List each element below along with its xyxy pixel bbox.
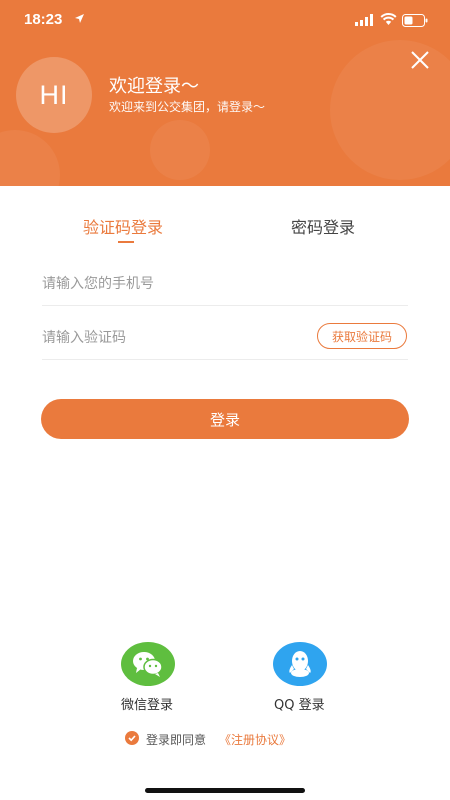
active-tab-indicator [118,241,134,243]
signal-icon [355,14,373,26]
agreement-text: 登录即同意 [146,733,207,747]
agreement-checkbox[interactable] [125,731,139,745]
decor-bubble [150,120,210,180]
wechat-login-label[interactable]: 微信登录 [121,694,173,713]
verification-code-input[interactable] [42,326,302,350]
decor-bubble [0,130,60,186]
qq-login-button[interactable] [273,642,327,686]
wechat-login-button[interactable] [121,642,175,686]
divider [42,305,408,306]
welcome-title: 欢迎登录～ [109,76,199,97]
location-arrow-icon [75,14,84,23]
home-indicator [145,788,305,793]
checkmark-icon [128,735,136,742]
get-code-button[interactable]: 获取验证码 [317,323,407,349]
header-banner: 18:23 HI 欢迎登录～ 欢迎来到公交集团，请登录～ [0,0,450,186]
avatar: HI [16,57,92,133]
qq-icon [289,651,311,677]
qq-login-label[interactable]: QQ 登录 [274,694,325,713]
status-time: 18:23 [24,11,63,28]
welcome-subtitle: 欢迎来到公交集团，请登录～ [109,100,266,114]
agreement-link[interactable]: 《注册协议》 [219,731,291,748]
tab-sms-login[interactable]: 验证码登录 [83,214,163,238]
divider [42,359,408,360]
phone-input[interactable] [42,272,408,296]
login-button[interactable]: 登录 [41,399,409,439]
wifi-icon [380,13,397,25]
close-icon[interactable] [406,46,434,74]
battery-icon [402,14,428,27]
tab-password-login[interactable]: 密码登录 [291,214,355,238]
status-bar: 18:23 [0,0,450,44]
wechat-icon [133,652,163,677]
